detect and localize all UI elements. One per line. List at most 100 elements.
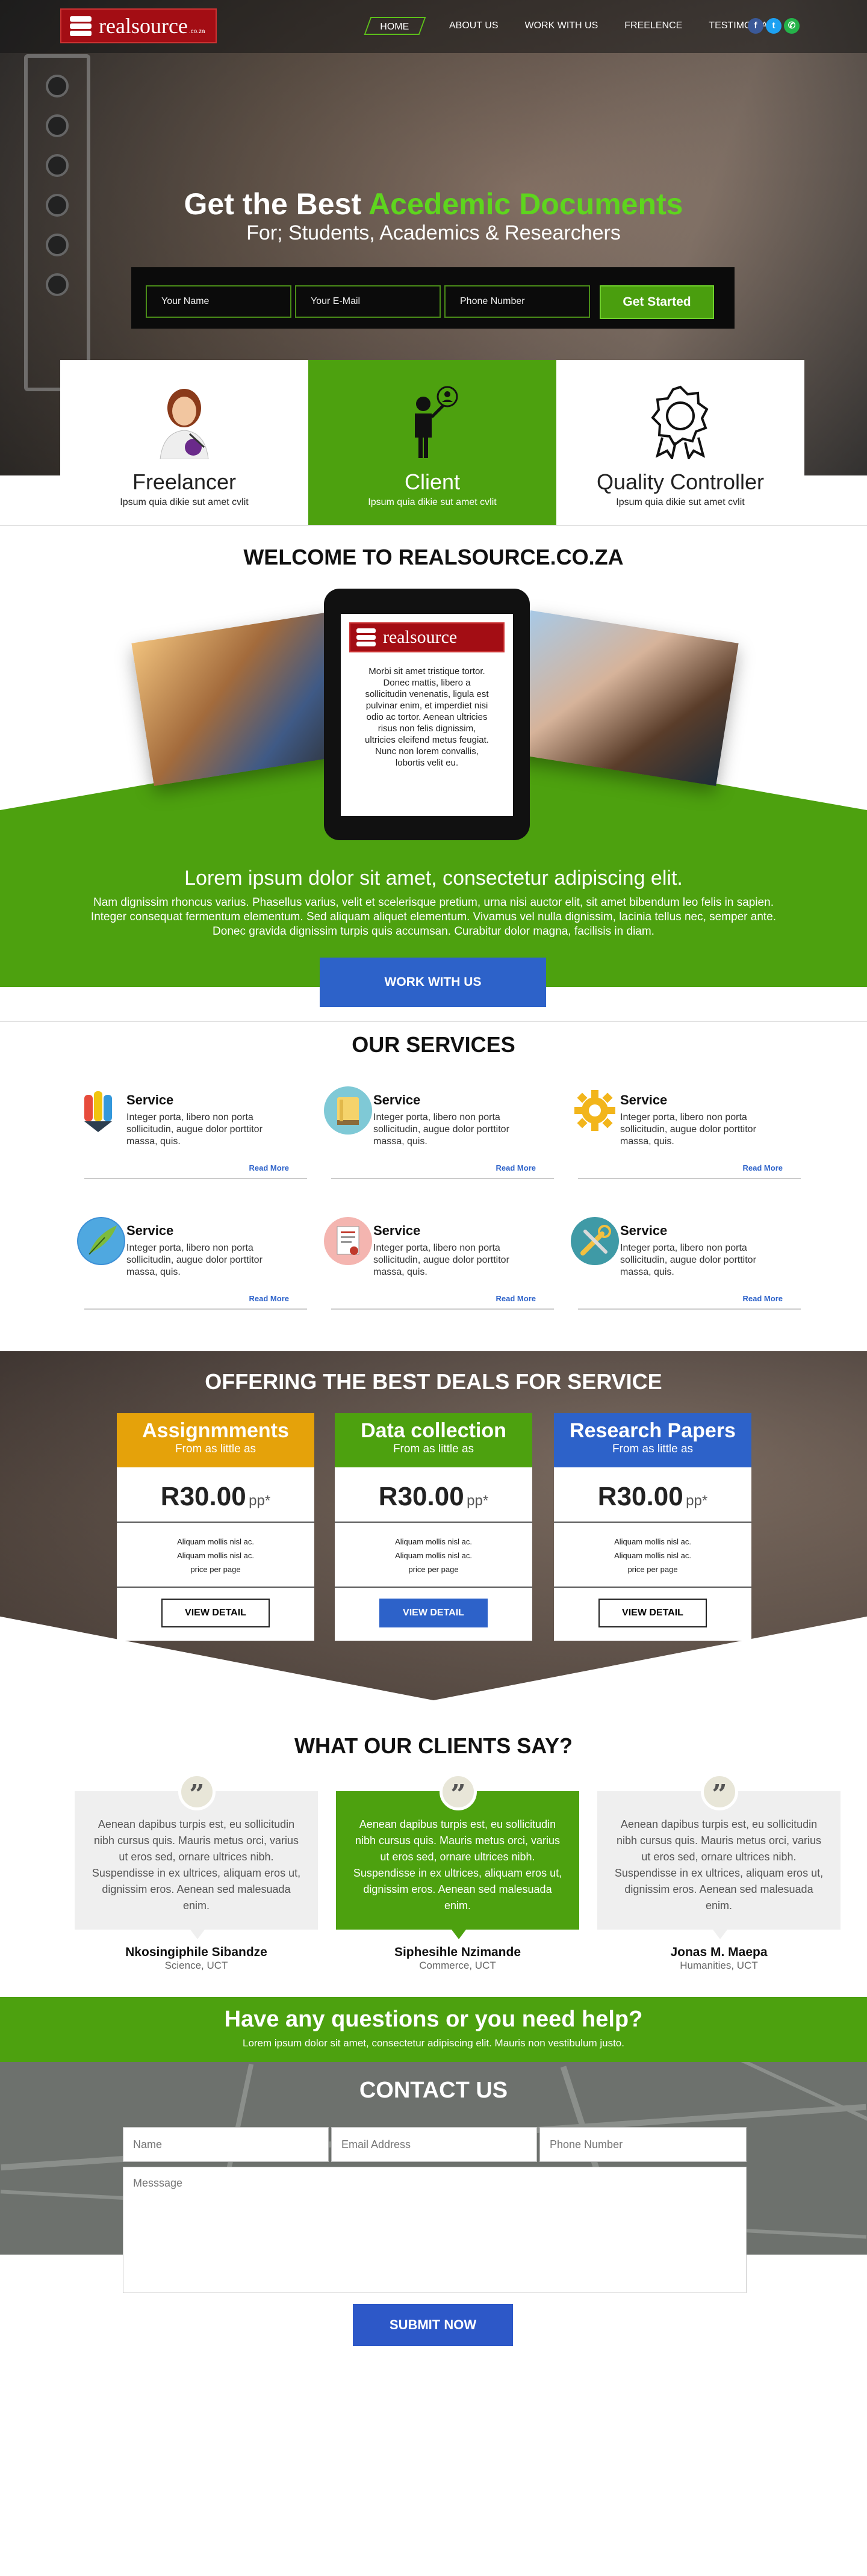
whatsapp-icon[interactable]: ✆	[784, 18, 800, 34]
plan-feature: Aliquam mollis nisl ac.	[395, 1551, 472, 1560]
hero-title-highlight: Acedemic Documents	[368, 187, 683, 221]
read-more-link[interactable]: Read More	[743, 1163, 783, 1172]
hero-title: Get the Best Acedemic Documents	[0, 187, 867, 221]
divider	[0, 525, 867, 526]
view-detail-button[interactable]: VIEW DETAIL	[598, 1599, 707, 1627]
contact-email-input[interactable]	[331, 2127, 537, 2162]
help-title: Have any questions or you need help?	[224, 2007, 643, 2032]
service-item: Service Integer porta, libero non porta …	[77, 1217, 307, 1313]
role-cards: Freelancer Ipsum quia dikie sut amet cvl…	[60, 360, 804, 525]
read-more-link[interactable]: Read More	[496, 1294, 536, 1303]
certificate-icon	[324, 1217, 372, 1265]
testimonial-quote: Aenean dapibus turpis est, eu sollicitud…	[92, 1818, 301, 1912]
plan-feature: price per page	[408, 1565, 459, 1574]
pricing-card-assignments: Assignmments From as little as R30.00 pp…	[117, 1413, 314, 1641]
nav-work-with-us[interactable]: WORK WITH US	[525, 17, 598, 35]
your-name-input[interactable]	[146, 285, 291, 318]
testimonial-card-featured: ” Aenean dapibus turpis est, eu sollicit…	[336, 1773, 579, 1939]
role-text: Ipsum quia dikie sut amet cvlit	[120, 497, 249, 507]
price-amount: R30.00	[378, 1482, 464, 1511]
speech-pointer	[452, 1930, 466, 1939]
plan-feature: price per page	[190, 1565, 241, 1574]
read-more-link[interactable]: Read More	[743, 1294, 783, 1303]
tablet-logo: realsource	[349, 622, 505, 652]
welcome-body: Nam dignissim rhoncus varius. Phasellus …	[90, 896, 777, 938]
contact-message-textarea[interactable]	[123, 2167, 747, 2293]
gear-icon	[571, 1086, 619, 1135]
tablet-mockup: realsource Morbi sit amet tristique tort…	[324, 589, 530, 840]
service-title: Service	[620, 1092, 668, 1107]
contact-name-input[interactable]	[123, 2127, 329, 2162]
contact-phone-input[interactable]	[539, 2127, 747, 2162]
get-started-button[interactable]: Get Started	[600, 285, 714, 319]
quote-icon: ”	[178, 1773, 216, 1810]
plan-features: Aliquam mollis nisl ac. Aliquam mollis n…	[554, 1523, 751, 1588]
service-title: Service	[126, 1223, 174, 1238]
plan-price: R30.00 pp*	[117, 1467, 314, 1523]
role-text: Ipsum quia dikie sut amet cvlit	[368, 497, 497, 507]
service-item: Service Integer porta, libero non porta …	[77, 1086, 307, 1183]
quote-icon: ”	[440, 1773, 477, 1810]
price-unit: pp*	[249, 1493, 271, 1509]
role-card-quality-controller[interactable]: Quality Controller Ipsum quia dikie sut …	[556, 360, 804, 525]
nav-home[interactable]: HOME	[364, 17, 426, 35]
top-navbar: realsource .co.za HOME ABOUT US WORK WIT…	[0, 0, 867, 53]
read-more-link[interactable]: Read More	[249, 1294, 289, 1303]
help-text: Lorem ipsum dolor sit amet, consectetur …	[242, 2037, 624, 2049]
speech-pointer	[190, 1930, 205, 1939]
hero-title-prefix: Get the Best	[184, 187, 362, 221]
testimonial-card: ” Aenean dapibus turpis est, eu sollicit…	[75, 1773, 318, 1939]
social-links: f t ✆	[748, 18, 802, 34]
plan-from: From as little as	[175, 1443, 256, 1455]
plan-feature: Aliquam mollis nisl ac.	[614, 1537, 691, 1546]
plan-feature: Aliquam mollis nisl ac.	[395, 1537, 472, 1546]
divider	[84, 1178, 307, 1179]
role-card-freelancer[interactable]: Freelancer Ipsum quia dikie sut amet cvl…	[60, 360, 308, 525]
nav-about-us[interactable]: ABOUT US	[449, 17, 499, 35]
view-detail-button[interactable]: VIEW DETAIL	[161, 1599, 270, 1627]
divider	[331, 1308, 554, 1310]
divider	[0, 1021, 867, 1022]
logo-suffix: .co.za	[188, 28, 205, 35]
service-text: Integer porta, libero non porta sollicit…	[620, 1243, 756, 1277]
role-title: Freelancer	[132, 469, 237, 494]
site-logo[interactable]: realsource .co.za	[60, 8, 217, 43]
role-card-client[interactable]: Client Ipsum quia dikie sut amet cvlit	[308, 360, 556, 525]
read-more-link[interactable]: Read More	[496, 1163, 536, 1172]
your-email-input[interactable]	[295, 285, 441, 318]
main-nav: HOME ABOUT US WORK WITH US FREELENCE TES…	[364, 17, 806, 35]
nav-freelence[interactable]: FREELENCE	[624, 17, 682, 35]
welcome-title: WELCOME TO REALSOURCE.CO.ZA	[243, 545, 624, 569]
client-name: Siphesihle Nzimande	[394, 1945, 521, 1959]
read-more-link[interactable]: Read More	[249, 1163, 289, 1172]
work-with-us-button[interactable]: WORK WITH US	[320, 958, 546, 1007]
pricing-header: Assignmments From as little as	[117, 1413, 314, 1467]
divider	[578, 1308, 801, 1310]
phone-number-input[interactable]	[444, 285, 590, 318]
tablet-logo-text: realsource	[383, 627, 458, 647]
services-title: OUR SERVICES	[352, 1032, 515, 1057]
tablet-text: Morbi sit amet tristique tortor. Donec m…	[365, 666, 489, 768]
submit-now-button[interactable]: SUBMIT NOW	[353, 2304, 513, 2346]
price-unit: pp*	[686, 1493, 708, 1509]
client-name: Nkosingiphile Sibandze	[125, 1945, 267, 1959]
books-logo-icon	[355, 627, 379, 648]
service-item: Service Integer porta, libero non porta …	[324, 1086, 554, 1183]
client-role: Humanities, UCT	[680, 1960, 758, 1971]
contact-title: CONTACT US	[359, 2078, 508, 2103]
hero-subtitle: For; Students, Academics & Researchers	[246, 221, 621, 244]
client-icon	[308, 378, 556, 462]
view-detail-button[interactable]: VIEW DETAIL	[379, 1599, 488, 1627]
service-title: Service	[126, 1092, 174, 1107]
freelancer-avatar-icon	[60, 378, 308, 462]
pricing-card-research-papers: Research Papers From as little as R30.00…	[554, 1413, 751, 1641]
pricing-header: Research Papers From as little as	[554, 1413, 751, 1467]
twitter-icon[interactable]: t	[766, 18, 782, 34]
signup-form: Get Started	[131, 267, 735, 329]
testimonial-quote: Aenean dapibus turpis est, eu sollicitud…	[353, 1818, 562, 1912]
plan-price: R30.00 pp*	[554, 1467, 751, 1523]
service-title: Service	[373, 1223, 421, 1238]
service-text: Integer porta, libero non porta sollicit…	[373, 1243, 509, 1277]
facebook-icon[interactable]: f	[748, 18, 763, 34]
tools-icon	[571, 1217, 619, 1265]
